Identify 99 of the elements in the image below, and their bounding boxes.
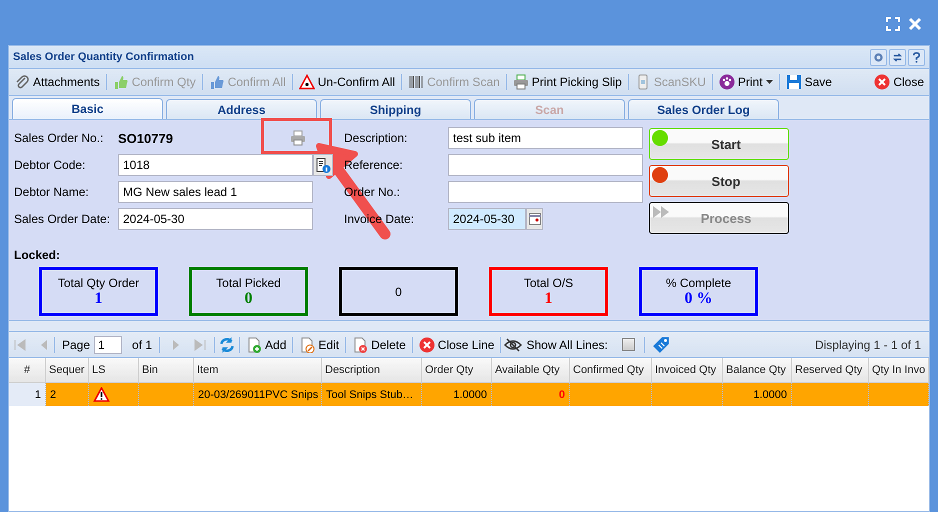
column-header[interactable]: Sequer	[46, 358, 89, 382]
summary-label: 0	[395, 284, 402, 298]
field-label: Reference:	[344, 158, 404, 172]
text-field[interactable]: 1018	[118, 154, 313, 176]
save-icon	[786, 74, 802, 90]
date-picker-button[interactable]	[526, 208, 543, 230]
summary-value: 0 %	[684, 290, 712, 307]
refresh-button[interactable]	[889, 48, 906, 66]
toolbar-button[interactable]: Print Picking Slip	[510, 71, 625, 93]
toolbar-button[interactable]: Un-Confirm All	[296, 71, 398, 93]
refresh-icon	[892, 52, 903, 62]
status-dot-icon	[652, 130, 668, 146]
column-header[interactable]: Item	[194, 358, 322, 382]
table-cell: 0	[558, 388, 565, 400]
toolbar-button[interactable]: Close	[871, 71, 927, 93]
column-header[interactable]: Order Qty	[422, 358, 492, 382]
lookup-button[interactable]	[313, 154, 333, 176]
caret-icon	[766, 80, 773, 84]
tag-icon[interactable]	[652, 336, 670, 354]
table-cell: 1.0000	[453, 388, 487, 400]
printer-icon[interactable]	[289, 130, 307, 146]
column-header[interactable]: Reserved Qty	[792, 358, 869, 382]
text-field[interactable]: test sub item	[448, 127, 643, 149]
table-cell: Tool Snips Stub…	[326, 388, 414, 400]
help-icon	[912, 52, 921, 62]
summary-label: Total Picked	[216, 276, 281, 290]
summary-label: Total O/S	[524, 276, 574, 290]
summary-value: 0	[244, 290, 252, 307]
edit-document-icon	[299, 336, 316, 352]
field-label: Locked:	[14, 248, 62, 262]
close-icon	[418, 336, 435, 352]
action-button[interactable]: Start	[649, 128, 789, 160]
display-info: Displaying 1 - 1 of 1	[814, 338, 922, 352]
paw-icon	[718, 74, 735, 90]
thumbs-up-icon	[112, 74, 129, 90]
tab[interactable]: Sales Order Log	[628, 99, 779, 119]
text-field[interactable]	[448, 181, 643, 203]
help-button[interactable]	[908, 48, 925, 66]
tab[interactable]: Shipping	[320, 99, 471, 119]
column-header[interactable]: Description	[322, 358, 422, 382]
column-header[interactable]: Confirmed Qty	[570, 358, 652, 382]
show-all-lines-label: Show All Lines:	[525, 338, 609, 352]
maximize-icon[interactable]	[886, 17, 900, 31]
page-field[interactable]: 1	[94, 336, 122, 354]
column-header[interactable]: Balance Qty	[723, 358, 792, 382]
warning-icon	[298, 74, 315, 90]
field-label: Sales Order No.:	[14, 131, 104, 145]
field-label: Debtor Name:	[14, 185, 90, 199]
close-icon	[874, 74, 890, 90]
add-document-icon	[246, 336, 262, 352]
column-header[interactable]: Bin	[139, 358, 194, 382]
text-field[interactable]	[448, 154, 643, 176]
table-row[interactable]: 1 2 20-03/269011PVC Snips Tool Snips Stub… 1.0000 0 1.0000	[9, 383, 929, 406]
column-header[interactable]: Qty In Invo	[869, 358, 929, 382]
toolbar-button[interactable]: Delete	[349, 334, 409, 356]
tab[interactable]: Basic	[12, 98, 163, 119]
field-label: Sales Order Date:	[14, 212, 112, 226]
thumbs-up-icon	[208, 74, 225, 90]
refresh-icon[interactable]	[218, 336, 236, 354]
page-count: of 1	[131, 338, 154, 352]
tab[interactable]: Address	[166, 99, 317, 119]
calendar-icon	[528, 213, 540, 225]
barcode-icon	[408, 74, 424, 90]
field-label: Debtor Code:	[14, 158, 86, 172]
text-field[interactable]: 2024-05-30	[448, 208, 526, 230]
delete-document-icon	[352, 336, 368, 352]
column-header[interactable]: LS	[89, 358, 139, 382]
toolbar-button[interactable]: Add	[243, 334, 290, 356]
action-button[interactable]: Stop	[649, 165, 789, 197]
toolbar-button[interactable]: Print	[716, 71, 776, 93]
column-header[interactable]: Invoiced Qty	[652, 358, 723, 382]
toolbar-button[interactable]: Close Line	[416, 334, 498, 356]
row-number: 1	[34, 388, 41, 400]
toolbar-button[interactable]: Attachments	[11, 71, 103, 93]
settings-button[interactable]	[870, 48, 887, 66]
text-field[interactable]: 2024-05-30	[118, 208, 313, 230]
window-title: Sales Order Quantity Confirmation	[13, 51, 195, 63]
printer-icon	[512, 74, 529, 90]
hidden-eye-icon	[504, 336, 522, 352]
toolbar-button[interactable]: Edit	[296, 334, 342, 356]
document-info-icon	[316, 158, 330, 172]
toolbar-button[interactable]: Save	[782, 71, 835, 93]
status-dot-icon	[652, 167, 668, 183]
column-header[interactable]: #	[9, 358, 46, 382]
column-header[interactable]: Available Qty	[492, 358, 570, 382]
checkbox[interactable]	[622, 338, 635, 351]
table-cell: 20-03/269011PVC Snips	[198, 388, 318, 400]
page-label: Page	[61, 338, 92, 352]
summary-label: Total Qty Order	[58, 276, 140, 290]
text-field[interactable]: MG New sales lead 1	[118, 181, 313, 203]
close-icon[interactable]	[908, 17, 922, 31]
table-cell: 2	[50, 388, 56, 400]
summary-value: 1	[544, 290, 552, 307]
order-number: SO10779	[118, 130, 174, 146]
paperclip-icon	[14, 74, 30, 90]
summary-label: % Complete	[666, 276, 732, 290]
field-label: Description:	[344, 131, 408, 145]
table-cell: 1.0000	[753, 388, 787, 400]
summary-value: 1	[94, 290, 102, 307]
